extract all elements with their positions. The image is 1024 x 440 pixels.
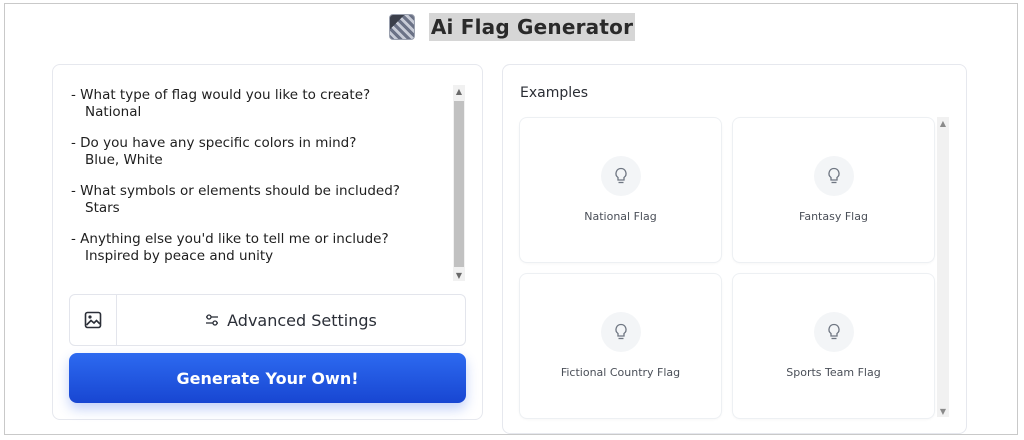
example-card-fictional-country-flag[interactable]: Fictional Country Flag	[519, 273, 722, 419]
prompt-question: - What symbols or elements should be inc…	[71, 183, 400, 199]
lightbulb-icon	[601, 312, 641, 352]
example-card-label: Fictional Country Flag	[560, 366, 681, 379]
prompt-answer: Inspired by peace and unity	[85, 248, 274, 264]
scroll-thumb[interactable]	[454, 101, 464, 267]
lightbulb-icon	[601, 156, 641, 196]
prompt-textarea[interactable]: - What type of flag would you like to cr…	[71, 87, 465, 283]
qr-logo-icon	[388, 14, 415, 40]
examples-title: Examples	[520, 85, 589, 101]
prompt-item: - What symbols or elements should be inc…	[71, 183, 465, 217]
examples-panel: Examples National Flag Fantasy Flag Fict…	[502, 64, 967, 434]
image-upload-button[interactable]	[70, 295, 117, 345]
example-card-label: Fantasy Flag	[799, 210, 868, 223]
prompt-answer: Blue, White	[85, 152, 163, 168]
page-title: Ai Flag Generator	[428, 13, 636, 41]
prompt-panel: - What type of flag would you like to cr…	[52, 64, 483, 420]
advanced-settings-label: Advanced Settings	[227, 310, 377, 330]
settings-bar: Advanced Settings	[69, 294, 466, 346]
scroll-up-icon[interactable]: ▲	[453, 85, 465, 97]
prompt-question: - Anything else you'd like to tell me or…	[71, 231, 389, 247]
example-card-label: National Flag	[584, 210, 657, 223]
example-card-fantasy-flag[interactable]: Fantasy Flag	[732, 117, 935, 263]
header: Ai Flag Generator	[0, 10, 1024, 44]
examples-scrollbar[interactable]: ▲ ▼	[937, 117, 949, 417]
examples-grid: National Flag Fantasy Flag Fictional Cou…	[519, 117, 939, 420]
example-card-label: Sports Team Flag	[786, 366, 881, 379]
prompt-question: - What type of flag would you like to cr…	[71, 87, 371, 103]
scroll-up-icon[interactable]: ▲	[937, 117, 949, 129]
prompt-question: - Do you have any specific colors in min…	[71, 135, 357, 151]
scroll-down-icon[interactable]: ▼	[937, 405, 949, 417]
prompt-scrollbar[interactable]: ▲ ▼	[453, 85, 465, 281]
lightbulb-icon	[814, 156, 854, 196]
prompt-item: - Do you have any specific colors in min…	[71, 135, 465, 169]
prompt-answer: National	[85, 104, 142, 120]
prompt-item: - What type of flag would you like to cr…	[71, 87, 465, 121]
scroll-down-icon[interactable]: ▼	[453, 269, 465, 281]
generate-button[interactable]: Generate Your Own!	[69, 353, 466, 403]
example-card-sports-team-flag[interactable]: Sports Team Flag	[732, 273, 935, 419]
example-card-national-flag[interactable]: National Flag	[519, 117, 722, 263]
image-icon	[84, 311, 102, 329]
sliders-icon	[206, 314, 219, 326]
prompt-item: - Anything else you'd like to tell me or…	[71, 231, 465, 265]
lightbulb-icon	[814, 312, 854, 352]
prompt-answer: Stars	[85, 200, 120, 216]
advanced-settings-button[interactable]: Advanced Settings	[117, 295, 465, 345]
